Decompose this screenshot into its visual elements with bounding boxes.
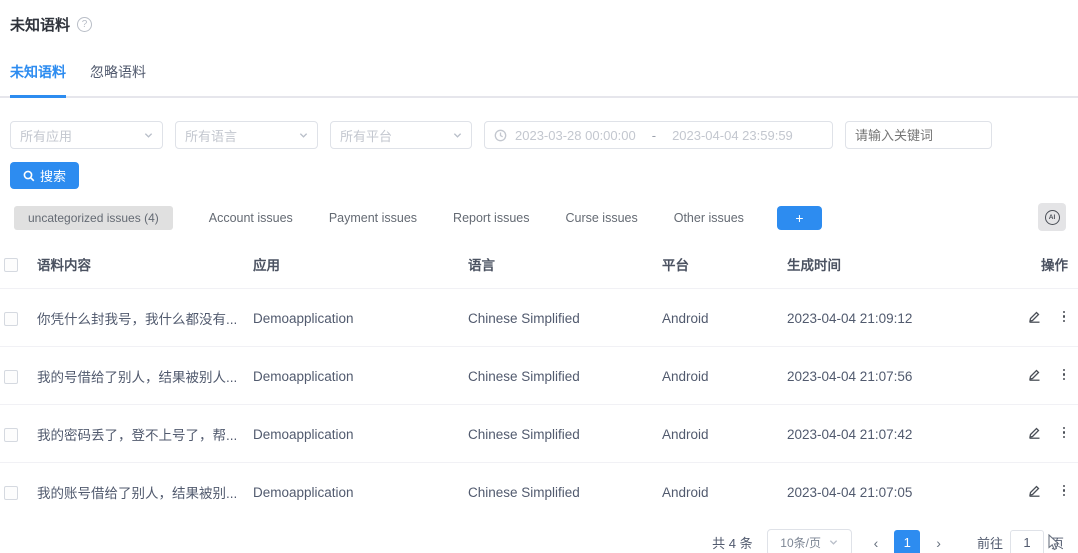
page-size-select[interactable]: 10条/页 [767,529,852,553]
row-checkbox[interactable] [4,486,18,500]
cell-language: Chinese Simplified [468,289,662,347]
row-checkbox[interactable] [4,312,18,326]
col-content: 语料内容 [37,239,253,289]
search-button[interactable]: 搜索 [10,162,79,189]
add-tag-button[interactable]: + [777,206,822,230]
prev-page-button[interactable]: ‹ [868,533,885,553]
col-generated-time: 生成时间 [787,239,1005,289]
category-tag-bar: uncategorized issues (4) Account issues … [0,206,1078,230]
page-size-value: 10条/页 [780,534,821,551]
cell-application: Demoapplication [253,347,468,405]
filter-bar: 所有应用 所有语言 所有平台 2023-03-28 00:00:00 - 202… [10,121,1078,149]
tag-payment-issues[interactable]: Payment issues [329,211,417,225]
cell-application: Demoapplication [253,463,468,521]
keyword-input[interactable] [845,121,992,149]
cell-application: Demoapplication [253,289,468,347]
cell-content: 你凭什么封我号，我什么都没有... [37,289,253,347]
tag-curse-issues[interactable]: Curse issues [565,211,637,225]
chevron-down-icon [144,131,153,140]
cell-platform: Android [662,347,787,405]
platform-select-value: 所有平台 [340,126,392,145]
clock-icon [494,129,507,142]
tab-ignored-corpus[interactable]: 忽略语料 [90,62,146,98]
next-page-button[interactable]: › [930,533,947,553]
row-checkbox[interactable] [4,370,18,384]
col-application: 应用 [253,239,468,289]
cell-generated-time: 2023-04-04 21:09:12 [787,289,1005,347]
table-row: 我的号借给了别人，结果被别人... Demoapplication Chines… [0,347,1078,405]
chevron-down-icon [299,131,308,140]
search-icon [23,170,35,182]
cell-language: Chinese Simplified [468,405,662,463]
tab-unknown-corpus[interactable]: 未知语料 [10,62,66,98]
date-separator: - [644,128,664,143]
date-range-picker[interactable]: 2023-03-28 00:00:00 - 2023-04-04 23:59:5… [484,121,833,149]
ai-classify-button[interactable]: AI [1038,203,1066,231]
cell-content: 我的密码丢了，登不上号了，帮... [37,405,253,463]
tag-account-issues[interactable]: Account issues [209,211,293,225]
mouse-cursor-icon [1048,534,1061,551]
page-number-button[interactable]: 1 [894,530,920,553]
goto-page-input[interactable] [1010,530,1044,553]
chevron-down-icon [453,131,462,140]
total-count: 共 4 条 [712,533,752,552]
cell-content: 我的账号借给了别人，结果被别... [37,463,253,521]
cell-language: Chinese Simplified [468,347,662,405]
edit-icon[interactable] [1027,367,1042,382]
cell-application: Demoapplication [253,405,468,463]
edit-icon[interactable] [1027,483,1042,498]
chevron-down-icon [829,538,838,547]
cell-generated-time: 2023-04-04 21:07:05 [787,463,1005,521]
platform-select[interactable]: 所有平台 [330,121,472,149]
tag-other-issues[interactable]: Other issues [674,211,744,225]
page-header: 未知语料 ? [0,0,1078,35]
row-checkbox[interactable] [4,428,18,442]
col-platform: 平台 [662,239,787,289]
more-actions-icon[interactable] [1060,484,1069,498]
date-start-value: 2023-03-28 00:00:00 [515,128,636,143]
app-select[interactable]: 所有应用 [10,121,163,149]
edit-icon[interactable] [1027,425,1042,440]
cell-platform: Android [662,405,787,463]
cell-content: 我的号借给了别人，结果被别人... [37,347,253,405]
more-actions-icon[interactable] [1060,368,1069,382]
table-row: 你凭什么封我号，我什么都没有... Demoapplication Chines… [0,289,1078,347]
cell-generated-time: 2023-04-04 21:07:42 [787,405,1005,463]
language-select[interactable]: 所有语言 [175,121,318,149]
language-select-value: 所有语言 [185,126,237,145]
page-title: 未知语料 [10,14,70,35]
cell-generated-time: 2023-04-04 21:07:56 [787,347,1005,405]
cell-platform: Android [662,289,787,347]
col-actions: 操作 [1005,239,1078,289]
more-actions-icon[interactable] [1060,426,1069,440]
tag-report-issues[interactable]: Report issues [453,211,529,225]
help-icon[interactable]: ? [77,17,92,32]
corpus-table: 语料内容 应用 语言 平台 生成时间 操作 你凭什么封我号，我什么都没有... … [0,239,1078,520]
tab-bar: 未知语料 忽略语料 [0,62,1078,98]
more-actions-icon[interactable] [1060,310,1069,324]
goto-label: 前往 [977,533,1003,552]
app-select-value: 所有应用 [20,126,72,145]
table-row: 我的账号借给了别人，结果被别... Demoapplication Chines… [0,463,1078,521]
cell-platform: Android [662,463,787,521]
pagination-bar: 共 4 条 10条/页 ‹ 1 › 前往 页 [0,529,1078,553]
ai-icon: AI [1045,210,1060,225]
col-language: 语言 [468,239,662,289]
date-end-value: 2023-04-04 23:59:59 [672,128,793,143]
cell-language: Chinese Simplified [468,463,662,521]
tag-uncategorized-issues[interactable]: uncategorized issues (4) [14,206,173,230]
search-button-label: 搜索 [40,166,66,185]
edit-icon[interactable] [1027,309,1042,324]
select-all-checkbox[interactable] [4,258,18,272]
table-header-row: 语料内容 应用 语言 平台 生成时间 操作 [0,239,1078,289]
table-row: 我的密码丢了，登不上号了，帮... Demoapplication Chines… [0,405,1078,463]
